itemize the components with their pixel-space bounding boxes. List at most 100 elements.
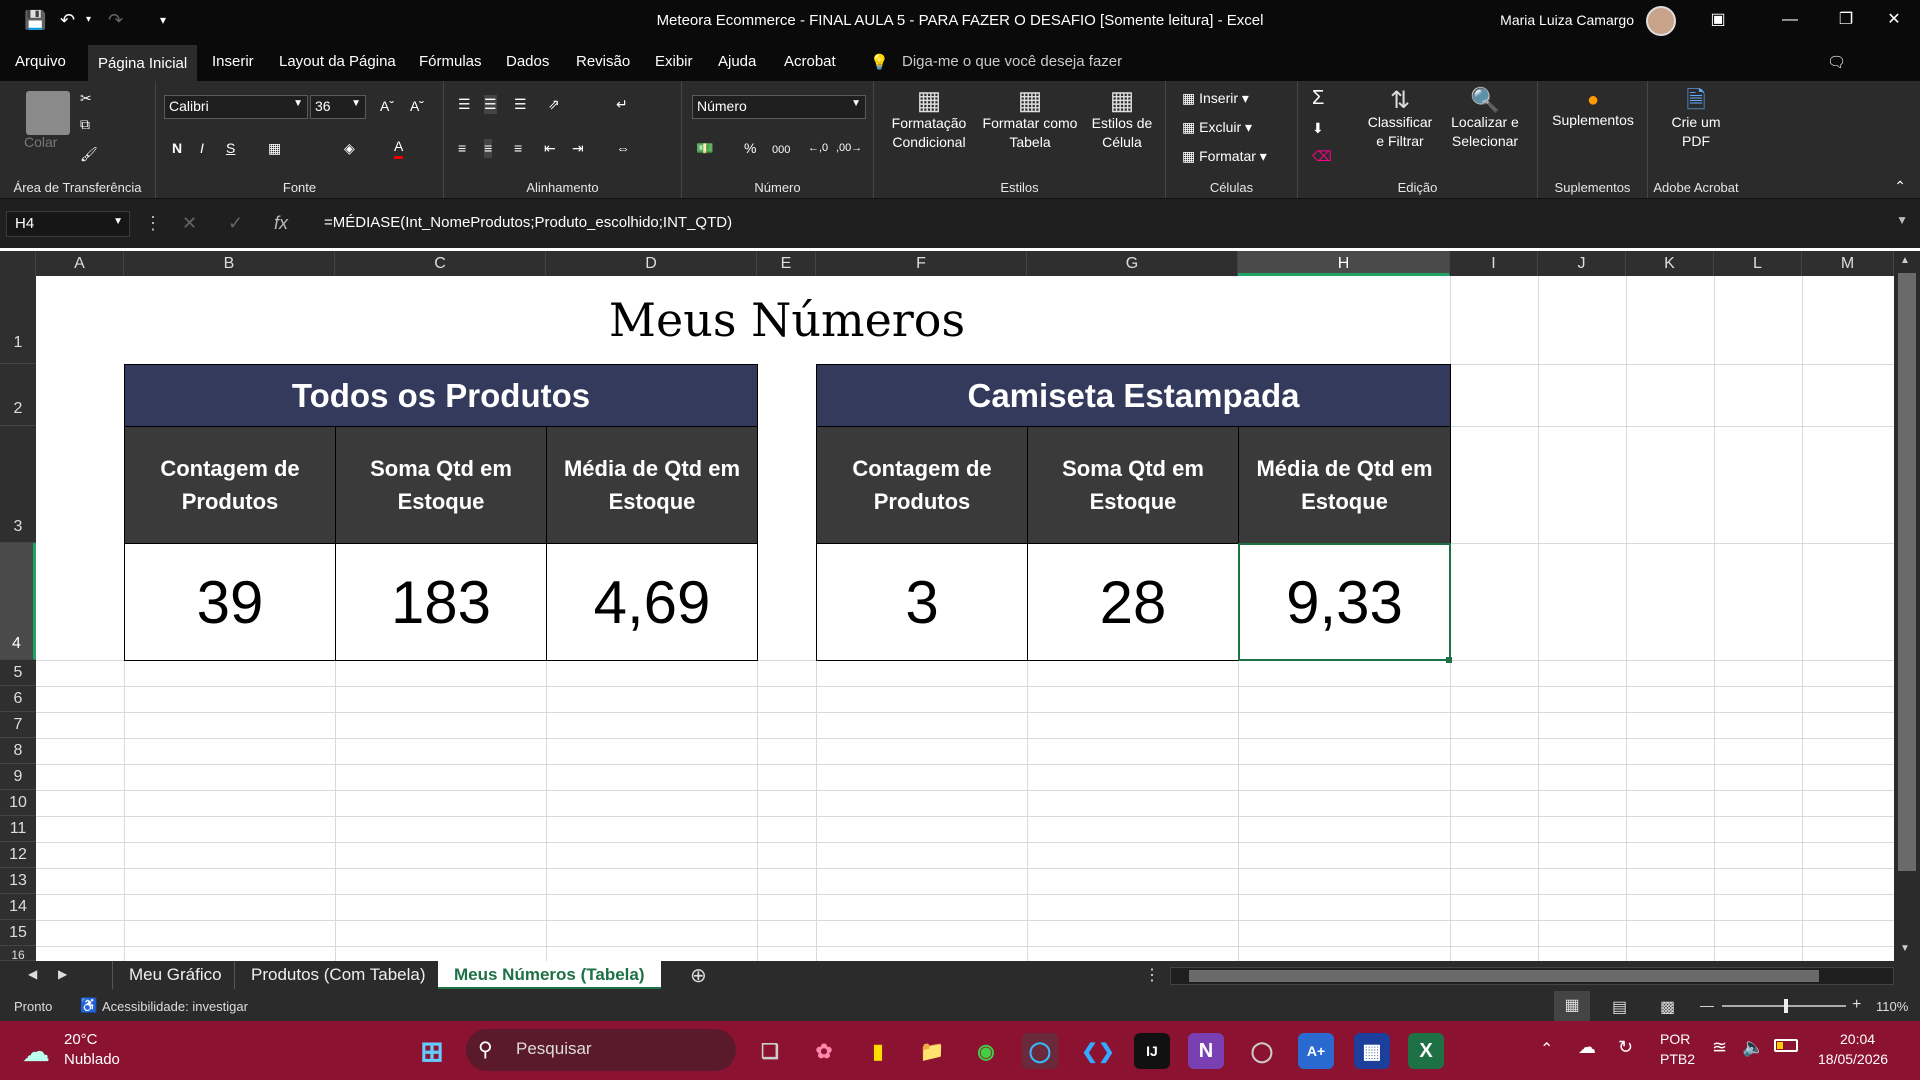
borders-icon[interactable]: ▦	[268, 139, 281, 158]
insert-function-icon[interactable]: fx	[274, 213, 288, 234]
collapse-ribbon-icon[interactable]: ⌃	[1894, 177, 1906, 196]
input-language[interactable]: POR	[1660, 1031, 1690, 1047]
scroll-down-icon[interactable]: ▼	[1900, 943, 1910, 954]
row-7[interactable]: 7	[0, 712, 36, 738]
zoom-out-icon[interactable]: —	[1700, 997, 1714, 1013]
increase-indent-icon[interactable]: ⇥	[572, 139, 584, 158]
left-sum-value[interactable]: 183	[335, 543, 547, 661]
more-icon[interactable]: ⋮	[144, 213, 162, 234]
left-table-header[interactable]: Todos os Produtos	[124, 364, 758, 427]
zoom-in-icon[interactable]: +	[1852, 996, 1861, 1014]
increase-decimal-icon[interactable]: ←,0	[808, 139, 828, 158]
row-12[interactable]: 12	[0, 842, 36, 868]
sheet-tab-meus-numeros[interactable]: Meus Números (Tabela)	[438, 961, 661, 989]
tab-options-icon[interactable]: ⋮	[1144, 965, 1160, 985]
translator-icon[interactable]: A+	[1298, 1033, 1334, 1069]
volume-icon[interactable]: 🔈	[1742, 1037, 1764, 1058]
prev-sheet-icon[interactable]: ◀	[28, 967, 37, 981]
tab-pagina-inicial[interactable]: Página Inicial	[88, 45, 198, 81]
enter-icon[interactable]: ✓	[228, 213, 243, 234]
copy-icon[interactable]: ⧉	[80, 115, 90, 134]
cell-styles-button[interactable]: ▦ Estilos de Célula	[1084, 87, 1160, 152]
right-sum-value[interactable]: 28	[1027, 543, 1239, 661]
accessibility-icon[interactable]: ♿	[80, 997, 97, 1014]
sheet-tab-meu-grafico[interactable]: Meu Gráfico	[112, 961, 238, 989]
align-middle-icon[interactable]: ☰	[484, 95, 497, 114]
number-format-select[interactable]: Número ▼	[692, 95, 866, 119]
vertical-scrollbar[interactable]: ▲ ▼	[1894, 251, 1920, 961]
left-count-value[interactable]: 39	[124, 543, 336, 661]
col-m[interactable]: M	[1802, 251, 1894, 276]
row-13[interactable]: 13	[0, 868, 36, 894]
row-2[interactable]: 2	[0, 364, 36, 426]
percent-button[interactable]: %	[744, 139, 756, 158]
formula-input[interactable]: =MÉDIASE(Int_NomeProdutos;Produto_escolh…	[310, 211, 1890, 237]
align-center-icon[interactable]: ≡	[484, 139, 493, 158]
col-k[interactable]: K	[1626, 251, 1714, 276]
select-all-corner[interactable]	[0, 251, 36, 276]
create-pdf-button[interactable]: 🗎 Crie um PDF	[1666, 89, 1726, 151]
underline-button[interactable]: S	[226, 139, 235, 158]
decrease-font-icon[interactable]: A˘	[410, 97, 424, 116]
weather-icon[interactable]: ☁	[22, 1035, 50, 1068]
row-15[interactable]: 15	[0, 920, 36, 946]
zoom-slider-thumb[interactable]	[1784, 999, 1788, 1013]
left-sum-header[interactable]: Soma Qtd em Estoque	[335, 426, 547, 544]
worksheet-grid[interactable]: Meus Números Todos os Produtos Contagem …	[36, 276, 1894, 961]
left-avg-value[interactable]: 4,69	[546, 543, 758, 661]
thousands-button[interactable]: 000	[772, 141, 790, 160]
tab-arquivo[interactable]: Arquivo	[15, 53, 66, 70]
align-bottom-icon[interactable]: ☰	[514, 95, 527, 114]
copilot-icon[interactable]: ✿	[806, 1033, 842, 1069]
company-portal-icon[interactable]: ▦	[1354, 1033, 1390, 1069]
align-left-icon[interactable]: ≡	[458, 139, 466, 158]
horizontal-scroll-thumb[interactable]	[1189, 970, 1819, 982]
sort-filter-button[interactable]: ⇅ Classificar e Filtrar	[1362, 89, 1438, 151]
horizontal-scrollbar[interactable]	[1170, 967, 1894, 985]
merge-center-icon[interactable]: ⇔	[616, 139, 630, 158]
clear-icon[interactable]: ⌫	[1312, 147, 1332, 166]
find-select-button[interactable]: 🔍 Localizar e Selecionar	[1440, 89, 1530, 151]
decrease-indent-icon[interactable]: ⇤	[544, 139, 556, 158]
tab-acrobat[interactable]: Acrobat	[784, 53, 836, 70]
file-explorer-icon[interactable]: 📁	[914, 1033, 950, 1069]
sticky-notes-icon[interactable]: ▮	[860, 1033, 896, 1069]
accessibility-status[interactable]: Acessibilidade: investigar	[102, 999, 248, 1014]
fill-color-icon[interactable]: ◈	[344, 139, 355, 158]
row-9[interactable]: 9	[0, 764, 36, 790]
taskbar-search[interactable]: Pesquisar	[466, 1029, 736, 1071]
col-e[interactable]: E	[757, 251, 816, 276]
fill-handle[interactable]	[1446, 657, 1452, 663]
paste-button[interactable]: Colar	[24, 133, 57, 152]
col-j[interactable]: J	[1538, 251, 1626, 276]
excel-icon[interactable]: X	[1408, 1033, 1444, 1069]
scroll-thumb[interactable]	[1898, 273, 1916, 871]
avatar[interactable]	[1646, 6, 1676, 36]
weather-status[interactable]: Nublado	[64, 1051, 120, 1068]
close-icon[interactable]: ✕	[1876, 6, 1912, 34]
tab-ajuda[interactable]: Ajuda	[718, 53, 756, 70]
fill-icon[interactable]: ⬇	[1312, 119, 1324, 138]
orientation-icon[interactable]: ⇗	[548, 95, 560, 114]
col-l[interactable]: L	[1714, 251, 1802, 276]
normal-view-icon[interactable]: ▦	[1554, 991, 1590, 1021]
next-sheet-icon[interactable]: ▶	[58, 967, 67, 981]
row-1[interactable]: 1	[0, 276, 36, 364]
cut-icon[interactable]: ✂	[80, 89, 92, 108]
autosum-icon[interactable]: Σ	[1312, 88, 1324, 108]
scroll-up-icon[interactable]: ▲	[1900, 255, 1910, 266]
windows-start-icon[interactable]: ⊞	[414, 1033, 450, 1069]
col-g[interactable]: G	[1027, 251, 1238, 276]
right-avg-value-selected[interactable]: 9,33	[1238, 543, 1451, 661]
onenote-icon[interactable]: N	[1188, 1033, 1224, 1069]
font-size-select[interactable]: 36 ▼	[310, 95, 366, 119]
wrap-text-icon[interactable]: ↵	[616, 95, 628, 114]
wifi-icon[interactable]: ≊	[1712, 1037, 1727, 1058]
tab-formulas[interactable]: Fórmulas	[419, 53, 482, 70]
vscode-icon[interactable]: ❮❯	[1080, 1033, 1116, 1069]
onedrive-icon[interactable]: ☁	[1578, 1037, 1596, 1058]
col-d[interactable]: D	[546, 251, 757, 276]
left-count-header[interactable]: Contagem de Produtos	[124, 426, 336, 544]
comments-icon[interactable]: 🗨	[1827, 53, 1846, 71]
sync-icon[interactable]: ↻	[1618, 1037, 1633, 1058]
